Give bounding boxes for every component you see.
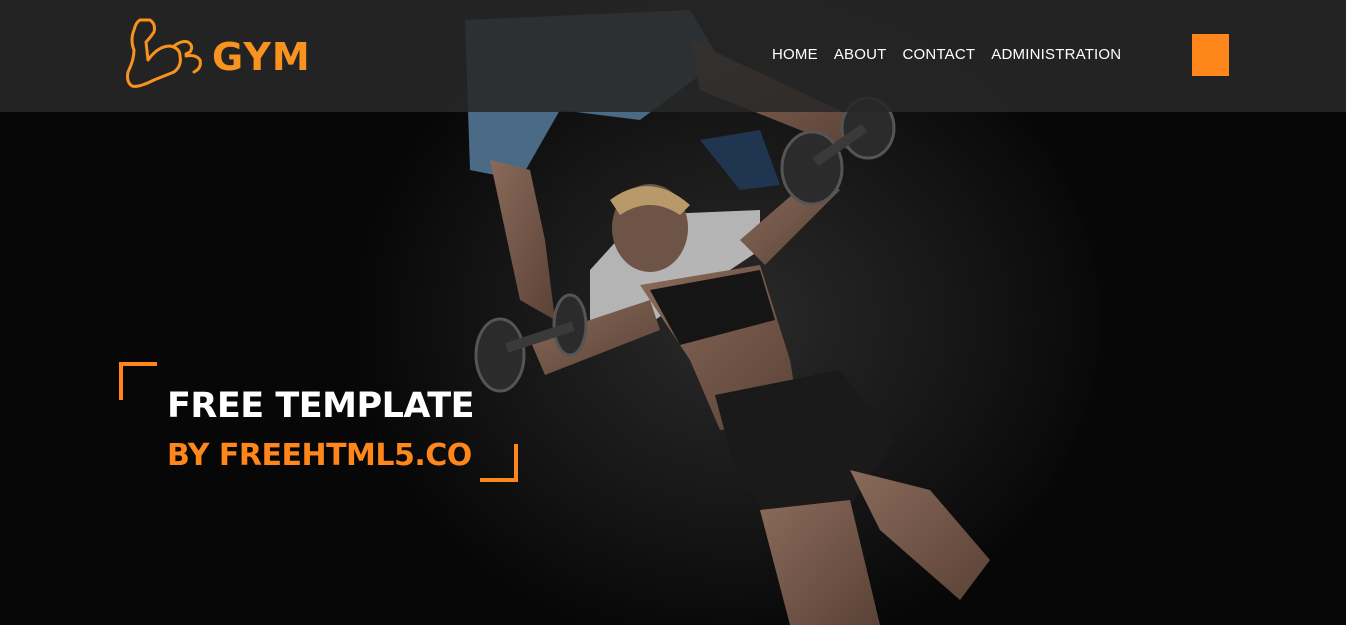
corner-bracket-bottom-right [480, 444, 518, 482]
site-header: GYM HOME ABOUT CONTACT ADMINISTRATION [0, 0, 1346, 112]
nav-item-contact[interactable]: CONTACT [903, 44, 976, 66]
logo-link[interactable]: GYM [124, 16, 311, 92]
nav-item-home[interactable]: HOME [772, 44, 818, 66]
main-nav: HOME ABOUT CONTACT ADMINISTRATION [772, 44, 1121, 66]
logo-text: GYM [212, 35, 311, 79]
menu-square-icon[interactable] [1192, 34, 1229, 76]
flexed-arm-icon [126, 18, 202, 88]
corner-bracket-top-left [119, 362, 157, 400]
page: GYM HOME ABOUT CONTACT ADMINISTRATION FR… [0, 0, 1346, 625]
hero-subtitle: BY FREEHTML5.CO [167, 438, 472, 473]
nav-item-administration[interactable]: ADMINISTRATION [991, 44, 1121, 66]
nav-item-about[interactable]: ABOUT [834, 44, 887, 66]
hero-title: FREE TEMPLATE [167, 386, 475, 426]
